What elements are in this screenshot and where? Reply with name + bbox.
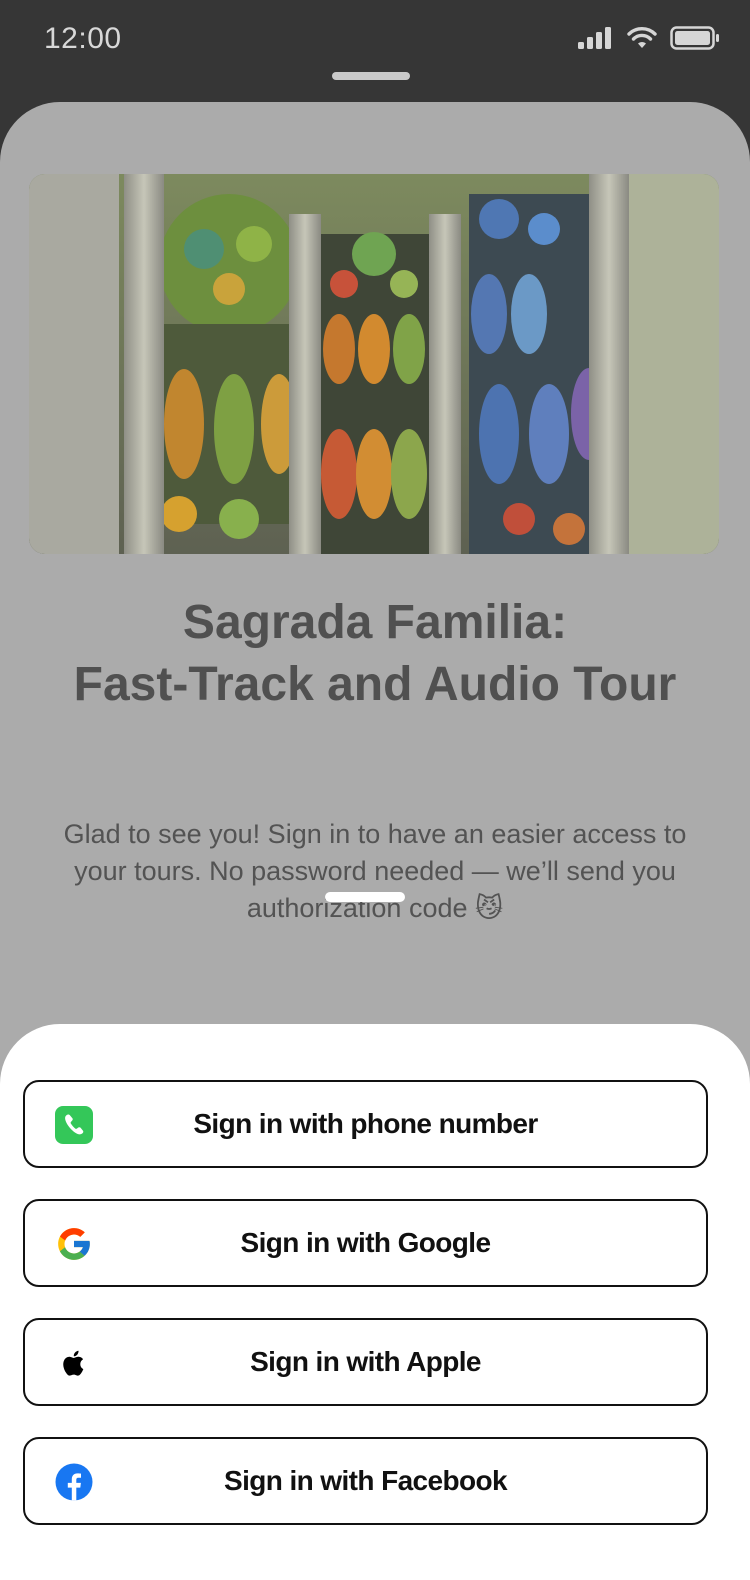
- cellular-signal-icon: [578, 27, 611, 49]
- wifi-icon: [627, 27, 657, 48]
- top-sheet-grabber[interactable]: [332, 72, 410, 80]
- signin-sheet: Sign in with phone number Sign in with G…: [0, 1024, 750, 1580]
- screen: 12:00 Sagrada Familia: Fast-Track and Au…: [0, 0, 750, 1580]
- signin-facebook-button[interactable]: Sign in with Facebook: [23, 1437, 708, 1525]
- signin-facebook-label: Sign in with Facebook: [224, 1465, 508, 1496]
- signin-google-button[interactable]: Sign in with Google: [23, 1199, 708, 1287]
- tour-title: Sagrada Familia: Fast-Track and Audio To…: [20, 592, 730, 716]
- status-bar: 12:00: [0, 0, 750, 80]
- status-time: 12:00: [44, 22, 122, 55]
- signin-google-label: Sign in with Google: [240, 1227, 492, 1258]
- signin-phone-button[interactable]: Sign in with phone number: [23, 1080, 708, 1168]
- status-icons: [578, 26, 720, 50]
- signin-apple-label: Sign in with Apple: [250, 1346, 481, 1377]
- bottom-sheet-grabber[interactable]: [325, 892, 405, 902]
- battery-icon: [670, 26, 719, 50]
- signin-apple-button[interactable]: Sign in with Apple: [23, 1318, 708, 1406]
- facebook-icon: [55, 1463, 93, 1501]
- tour-description: Glad to see you! Sign in to have an easi…: [63, 819, 687, 923]
- hero-image: [29, 174, 719, 554]
- google-icon: [58, 1228, 90, 1260]
- signin-phone-label: Sign in with phone number: [193, 1108, 538, 1139]
- apple-icon: [63, 1350, 84, 1376]
- phone-icon: [55, 1106, 93, 1144]
- tour-title-line-1: Sagrada Familia:: [182, 596, 568, 649]
- stained-glass-image: [29, 174, 719, 554]
- tour-title-line-2: Fast-Track and Audio Tour: [73, 658, 677, 711]
